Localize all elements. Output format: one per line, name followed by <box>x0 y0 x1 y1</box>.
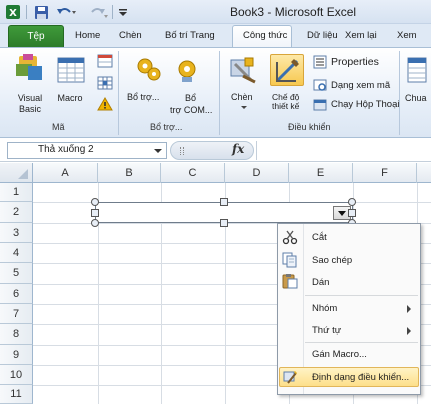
resize-handle-bottom-left-icon[interactable] <box>91 219 99 227</box>
copy-icon <box>282 252 298 268</box>
column-header-c[interactable]: C <box>161 163 225 183</box>
scissors-icon <box>282 229 298 245</box>
menu-item-group[interactable]: Nhóm <box>312 303 337 314</box>
resize-handle-top-right-icon[interactable] <box>348 198 356 206</box>
resize-handle-bottom-icon[interactable] <box>220 219 228 227</box>
tab-review[interactable]: Xem lại <box>345 30 377 41</box>
row-header-6[interactable]: 6 <box>0 284 33 304</box>
row-header-2[interactable]: 2 <box>0 202 33 223</box>
row-header-1[interactable]: 1 <box>0 183 33 202</box>
redo-icon[interactable] <box>86 3 110 21</box>
com-addins-label-1[interactable]: Bổ <box>185 93 196 103</box>
xml-source-button[interactable]: Chua <box>405 93 427 103</box>
menu-item-format-control[interactable]: Định dạng điều khiển... <box>312 372 409 383</box>
group-controls-label: Điều khiển <box>288 122 331 132</box>
row-header-11[interactable]: 11 <box>0 385 33 404</box>
tab-data[interactable]: Dữ liệu <box>307 30 338 41</box>
resize-handle-top-icon[interactable] <box>220 198 228 206</box>
row-header-10[interactable]: 10 <box>0 365 33 385</box>
undo-icon[interactable] <box>54 3 78 21</box>
insert-function-button[interactable]: fx <box>232 142 244 156</box>
tab-home[interactable]: Home <box>75 30 100 41</box>
menu-item-paste[interactable]: Dán <box>312 277 329 288</box>
row-header-4[interactable]: 4 <box>0 243 33 263</box>
customize-qat-icon[interactable] <box>116 3 130 21</box>
tab-page-layout[interactable]: Bố trí Trang <box>165 30 215 41</box>
resize-handle-right-icon[interactable] <box>348 209 356 217</box>
column-header-e[interactable]: E <box>289 163 353 183</box>
visual-basic-icon[interactable] <box>14 52 46 86</box>
save-icon[interactable] <box>32 3 50 21</box>
resize-handle-left-icon[interactable] <box>91 209 99 217</box>
view-code-icon[interactable] <box>313 78 327 92</box>
column-header-a[interactable]: A <box>33 163 98 183</box>
group-code-label: Mã <box>52 122 65 132</box>
macro-security-icon[interactable] <box>97 97 113 111</box>
paste-icon <box>282 273 298 289</box>
submenu-arrow-icon <box>407 305 411 313</box>
record-macro-icon[interactable] <box>97 54 113 68</box>
insert-control-dropdown-icon[interactable] <box>241 106 247 109</box>
submenu-arrow-icon <box>407 327 411 335</box>
column-header-d[interactable]: D <box>225 163 289 183</box>
row-header-7[interactable]: 7 <box>0 304 33 324</box>
column-header-b[interactable]: B <box>98 163 161 183</box>
properties-icon[interactable] <box>313 55 327 69</box>
insert-control-icon[interactable] <box>229 56 259 86</box>
excel-icon[interactable]: X <box>4 3 22 21</box>
menu-item-copy[interactable]: Sao chép <box>312 255 352 266</box>
com-addins-label-2[interactable]: trợ COM... <box>170 105 212 115</box>
svg-text:X: X <box>9 8 17 19</box>
row-header-9[interactable]: 9 <box>0 345 33 365</box>
name-box-dropdown-icon[interactable] <box>154 149 162 153</box>
select-all-button[interactable] <box>0 163 33 183</box>
run-dialog-icon[interactable] <box>313 98 327 112</box>
tab-insert[interactable]: Chèn <box>119 30 142 41</box>
tab-view[interactable]: Xem <box>397 30 417 41</box>
splitter-handle-icon[interactable] <box>180 147 184 155</box>
design-mode-label-2[interactable]: thiết kế <box>272 101 299 111</box>
column-header-f[interactable]: F <box>353 163 417 183</box>
design-mode-icon[interactable] <box>274 56 300 84</box>
tab-file[interactable]: Tệp <box>8 25 64 48</box>
properties-button[interactable]: Properties <box>331 56 379 68</box>
menu-item-cut[interactable]: Cắt <box>312 232 327 243</box>
addins-button[interactable]: Bổ trợ... <box>127 92 159 102</box>
group-addins-label: Bổ trợ... <box>150 122 183 132</box>
com-addins-icon[interactable] <box>174 58 200 84</box>
row-header-3[interactable]: 3 <box>0 223 33 243</box>
resize-handle-top-left-icon[interactable] <box>91 198 99 206</box>
menu-item-assign-macro[interactable]: Gán Macro... <box>312 349 367 360</box>
window-title: Book3 - Microsoft Excel <box>230 5 357 19</box>
addins-icon[interactable] <box>135 55 163 83</box>
tab-formulas[interactable]: Công thức <box>243 30 287 41</box>
run-dialog-button[interactable]: Chạy Hộp Thoại <box>331 99 399 110</box>
view-code-button[interactable]: Dạng xem mã <box>331 80 390 91</box>
format-control-icon <box>282 369 298 385</box>
menu-item-order[interactable]: Thứ tự <box>312 325 341 336</box>
row-header-5[interactable]: 5 <box>0 263 33 284</box>
relative-reference-icon[interactable] <box>97 76 113 90</box>
macro-icon[interactable] <box>56 56 86 86</box>
xml-source-icon[interactable] <box>406 56 428 86</box>
name-box-value: Thả xuống 2 <box>38 144 94 155</box>
visual-basic-button[interactable]: Visual Basic <box>10 93 50 115</box>
macro-button[interactable]: Macro <box>54 93 86 103</box>
row-header-8[interactable]: 8 <box>0 324 33 345</box>
insert-control-button[interactable]: Chèn <box>231 92 253 102</box>
